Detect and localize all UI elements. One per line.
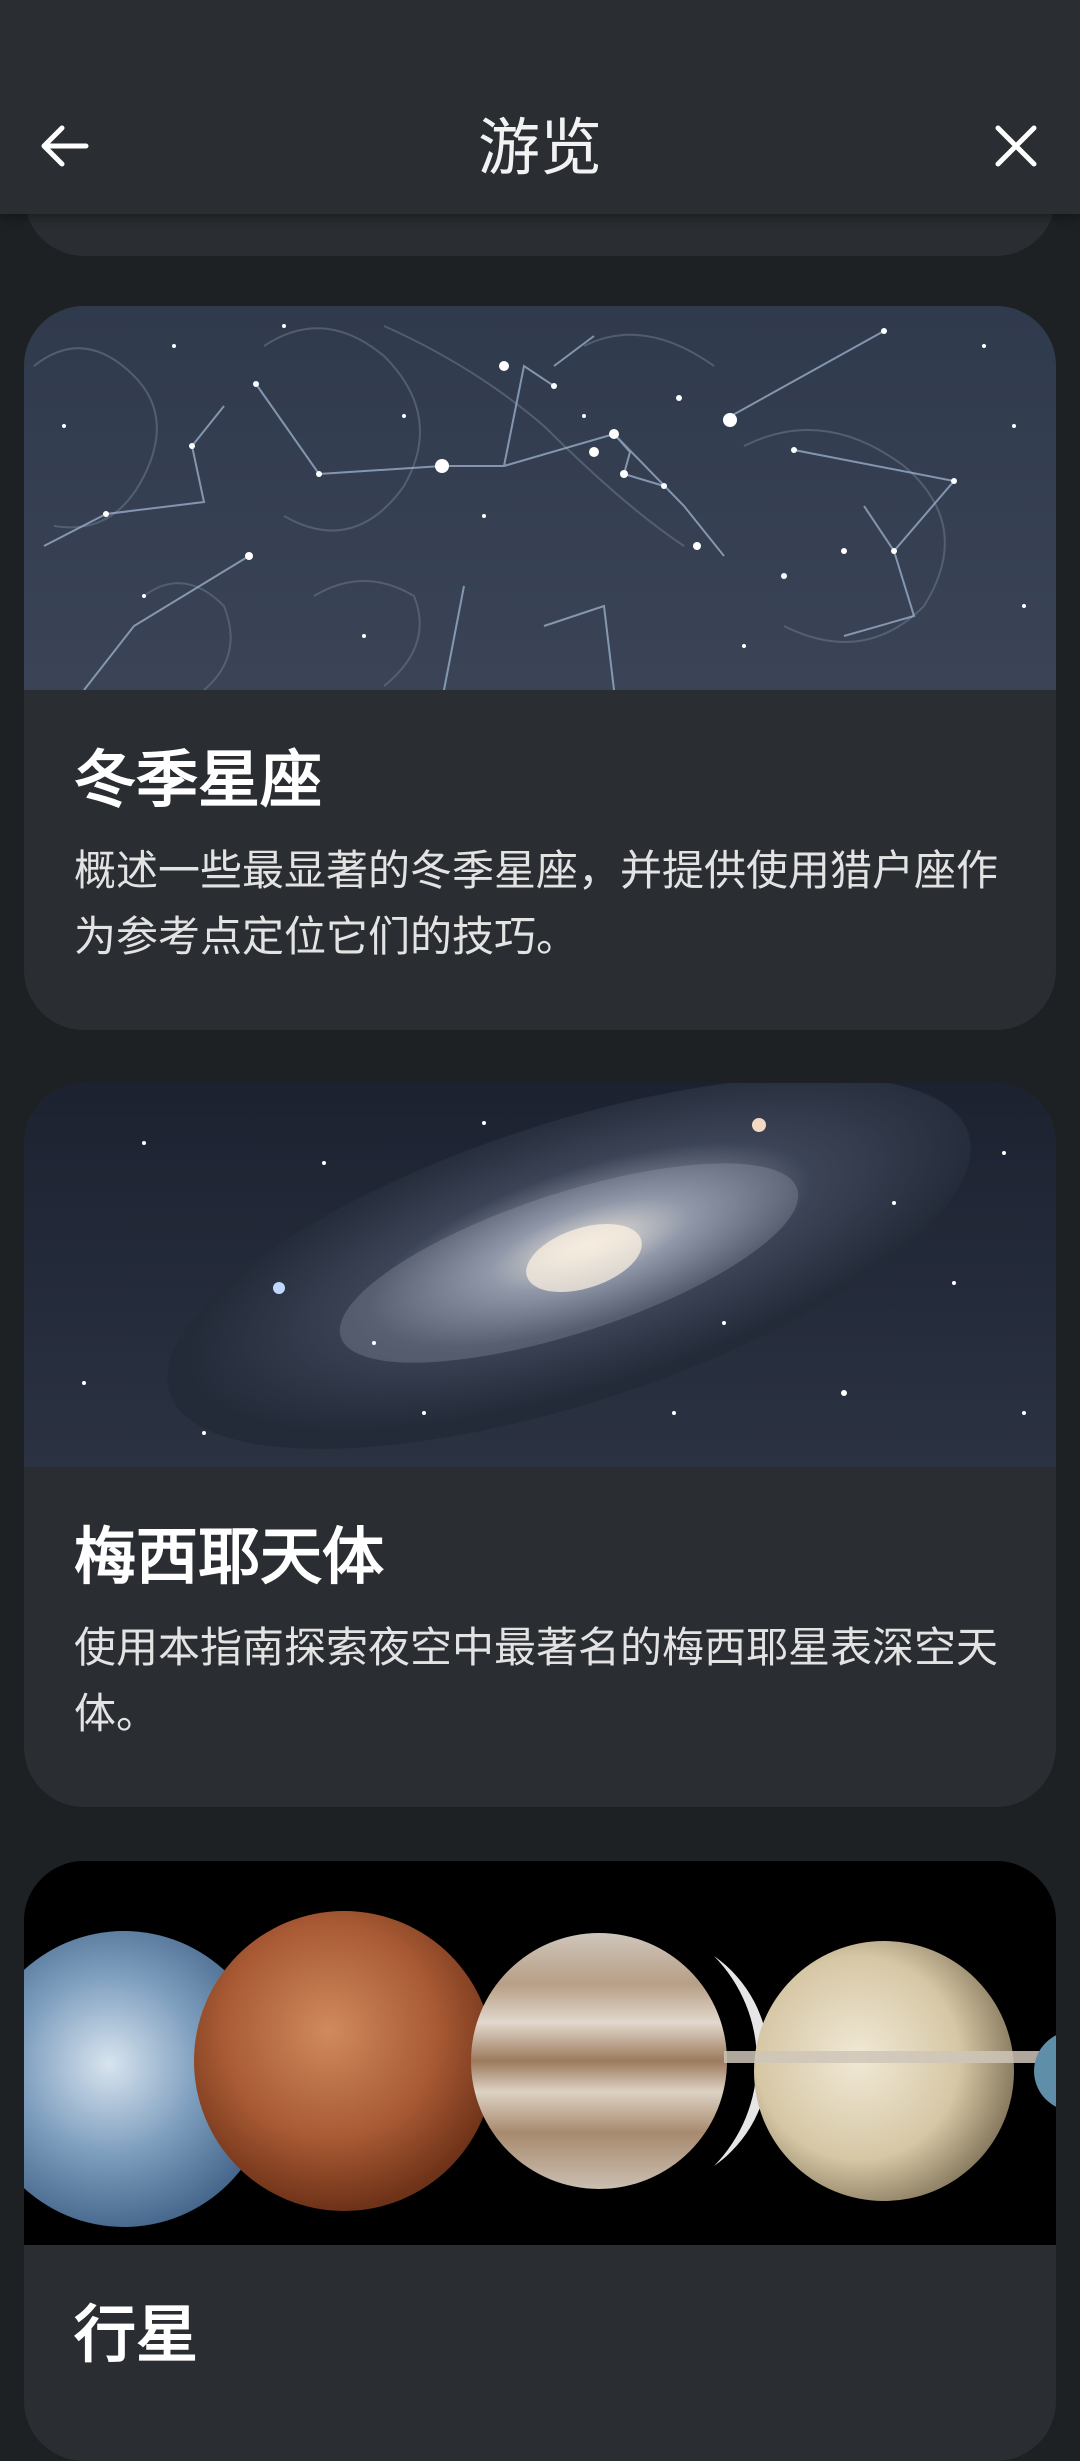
top-app-bar: 游览 <box>0 0 1080 214</box>
close-button[interactable] <box>980 112 1052 184</box>
card-title: 行星 <box>74 2298 199 2371</box>
tour-card-planets[interactable]: 行星 <box>24 1861 1056 2461</box>
planets-image <box>24 1861 1056 2245</box>
page-title: 游览 <box>477 111 602 184</box>
card-description: 概述一些最显著的冬季星座，并提供使用猎户座作为参考点定位它们的技巧。 <box>74 846 999 961</box>
card-title: 梅西耶天体 <box>74 1520 385 1593</box>
card-title: 冬季星座 <box>74 743 323 816</box>
close-icon <box>990 120 1042 176</box>
tour-list: 冬季星座 概述一些最显著的冬季星座，并提供使用猎户座作为参考点定位它们的技巧。 <box>0 0 1080 2461</box>
tour-card-winter-constellations[interactable]: 冬季星座 概述一些最显著的冬季星座，并提供使用猎户座作为参考点定位它们的技巧。 <box>24 306 1056 1030</box>
galaxy-image <box>24 1083 1056 1467</box>
card-description: 使用本指南探索夜空中最著名的梅西耶星表深空天体。 <box>74 1623 999 1738</box>
winter-constellations-image <box>24 306 1056 690</box>
tour-card-messier-objects[interactable]: 梅西耶天体 使用本指南探索夜空中最著名的梅西耶星表深空天体。 <box>24 1083 1056 1807</box>
